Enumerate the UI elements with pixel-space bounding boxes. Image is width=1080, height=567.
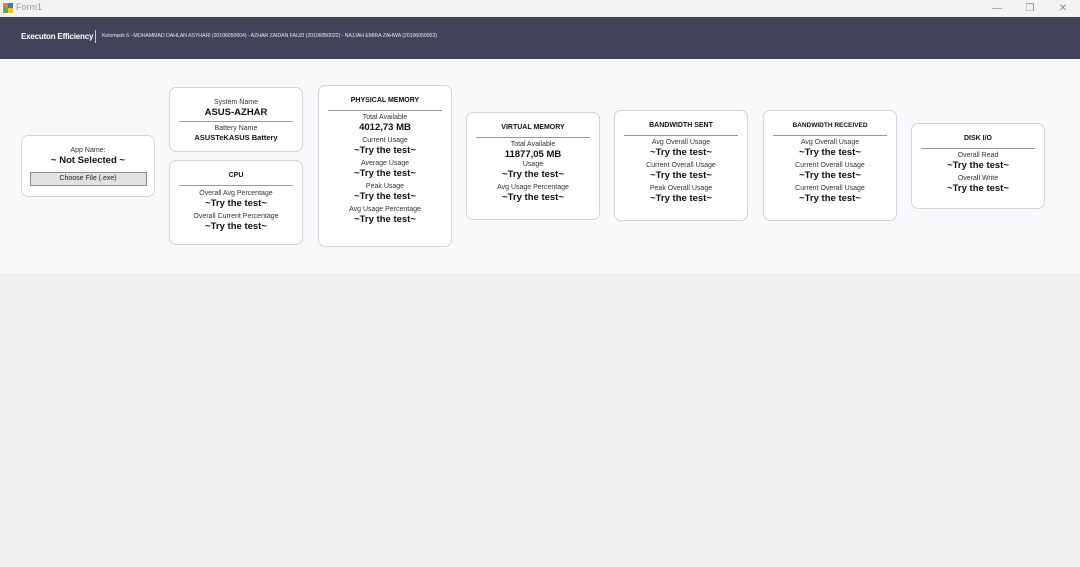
cpu-avg-value: ~Try the test~: [205, 198, 267, 209]
disk-io-title: DISK I/O: [963, 135, 992, 142]
maximize-button[interactable]: ❐: [1013, 0, 1047, 17]
system-card: System Name ASUS-AZHAR Battery Name ASUS…: [169, 87, 303, 152]
close-button[interactable]: ✕: [1046, 0, 1080, 17]
bs-avg-label: Avg Overall Usage: [651, 139, 711, 146]
bs-current-label: Current Overall Usage: [646, 162, 716, 169]
br-avg-label: Avg Overall Usage: [800, 139, 860, 146]
minimize-button[interactable]: —: [980, 0, 1014, 17]
system-name-value: ASUS-AZHAR: [204, 107, 268, 118]
pm-total-label: Total Available: [362, 114, 408, 121]
vm-total-label: Total Available: [510, 141, 556, 148]
cpu-title: CPU: [228, 172, 244, 179]
group-members: Kelompok 6 - MOHAMMAD DAHLAN ASYHARI (20…: [102, 33, 437, 39]
disk-read-label: Overall Read: [957, 152, 999, 159]
brand-title: Executon Efficiency: [21, 32, 94, 41]
virtual-memory-title: VIRTUAL MEMORY: [501, 124, 565, 131]
bandwidth-received-title: BANDWIDTH RECEIVED: [792, 122, 868, 129]
virtual-memory-card: VIRTUAL MEMORY Total Available 11877,05 …: [466, 112, 600, 220]
vm-percentage-label: Avg Usage Percentage: [497, 184, 569, 191]
header-divider: [95, 30, 96, 43]
divider: [475, 137, 591, 138]
pm-total-value: 4012,73 MB: [359, 122, 411, 133]
bs-current-value: ~Try the test~: [650, 170, 712, 181]
divider: [772, 135, 888, 136]
pm-current-value: ~Try the test~: [354, 145, 416, 156]
disk-read-value: ~Try the test~: [947, 160, 1009, 171]
battery-name-value: ASUSTeKASUS Battery: [194, 133, 278, 142]
close-icon: ✕: [1058, 3, 1068, 14]
pm-percentage-label: Avg Usage Percentage: [349, 206, 421, 213]
bandwidth-sent-card: BANDWIDTH SENT Avg Overall Usage ~Try th…: [614, 110, 748, 221]
app-card: App Name: ~ Not Selected ~ Choose File (…: [21, 135, 155, 197]
pm-average-value: ~Try the test~: [354, 168, 416, 179]
pm-peak-label: Peak Usage: [365, 183, 405, 190]
vm-usage-label: Usage: [522, 161, 544, 168]
br-current-label-2: Current Overall Usage: [795, 185, 865, 192]
app-name-label: App Name:: [70, 147, 106, 154]
vm-percentage-value: ~Try the test~: [502, 192, 564, 203]
divider: [327, 110, 443, 111]
app-name-value: ~ Not Selected ~: [51, 155, 125, 166]
cpu-current-value: ~Try the test~: [205, 221, 267, 232]
pm-current-label: Current Usage: [362, 137, 408, 144]
system-name-label: System Name: [214, 99, 258, 106]
cpu-card: CPU Overall Avg Percentage ~Try the test…: [169, 160, 303, 245]
cpu-avg-label: Overall Avg Percentage: [199, 190, 273, 197]
app-header: Executon Efficiency Kelompok 6 - MOHAMMA…: [0, 17, 1080, 59]
divider: [623, 135, 739, 136]
battery-name-label: Battery Name: [214, 125, 258, 132]
restore-icon: ❐: [1025, 3, 1035, 14]
vm-usage-value: ~Try the test~: [502, 169, 564, 180]
bs-avg-value: ~Try the test~: [650, 147, 712, 158]
br-avg-value: ~Try the test~: [799, 147, 861, 158]
divider: [178, 121, 294, 122]
vm-total-value: 11877,05 MB: [504, 149, 562, 160]
pm-average-label: Average Usage: [360, 160, 410, 167]
pm-percentage-value: ~Try the test~: [354, 214, 416, 225]
choose-file-button[interactable]: Choose File (.exe): [29, 172, 147, 186]
cpu-current-label: Overall Current Percentage: [193, 213, 279, 220]
bandwidth-received-card: BANDWIDTH RECEIVED Avg Overall Usage ~Tr…: [763, 110, 897, 221]
bs-peak-label: Peak Overall Usage: [649, 185, 713, 192]
divider: [178, 185, 294, 186]
br-current-label: Current Overall Usage: [795, 162, 865, 169]
pm-peak-value: ~Try the test~: [354, 191, 416, 202]
bs-peak-value: ~Try the test~: [650, 193, 712, 204]
minimize-icon: —: [992, 3, 1002, 14]
window-titlebar: Form1 — ❐ ✕: [0, 0, 1080, 17]
physical-memory-title: PHYSICAL MEMORY: [350, 97, 420, 104]
divider: [920, 148, 1036, 149]
disk-write-label: Overall Write: [957, 175, 999, 182]
bandwidth-sent-title: BANDWIDTH SENT: [649, 122, 713, 129]
app-icon: [3, 3, 13, 13]
disk-write-value: ~Try the test~: [947, 183, 1009, 194]
physical-memory-card: PHYSICAL MEMORY Total Available 4012,73 …: [318, 85, 452, 247]
br-current-value: ~Try the test~: [799, 170, 861, 181]
br-current-value-2: ~Try the test~: [799, 193, 861, 204]
window-title: Form1: [16, 2, 43, 12]
disk-io-card: DISK I/O Overall Read ~Try the test~ Ove…: [911, 123, 1045, 209]
